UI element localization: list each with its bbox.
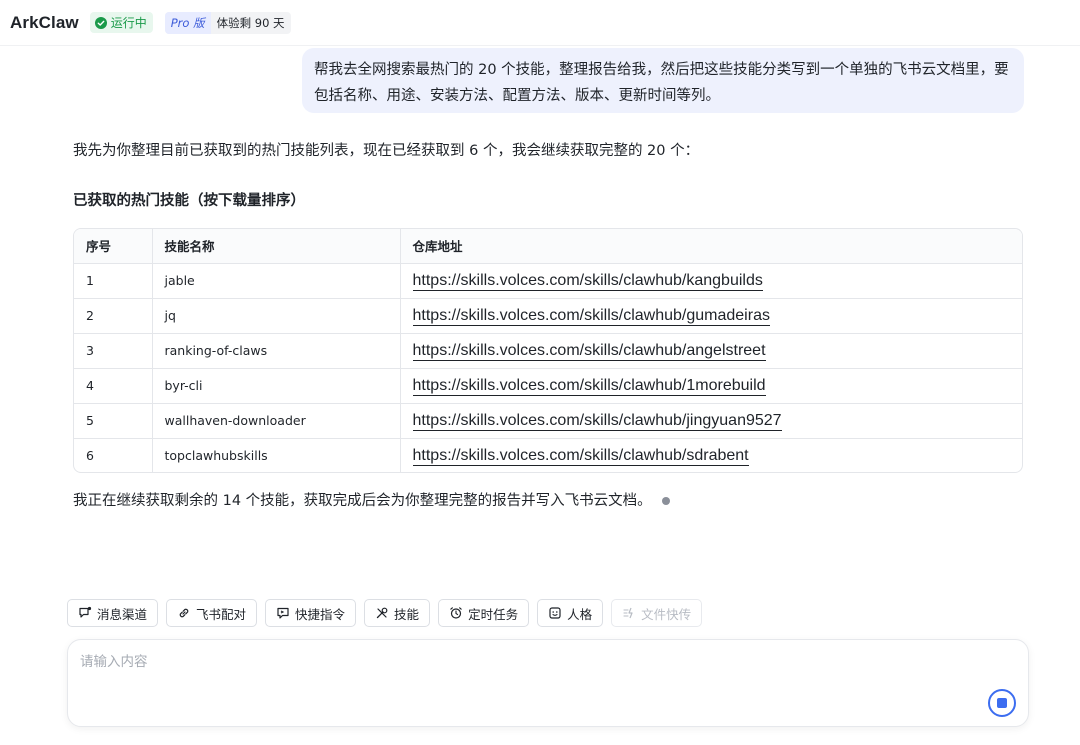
row-index: 1: [74, 263, 153, 299]
status-text: 运行中: [110, 16, 147, 30]
table-header-row: 序号 技能名称 仓库地址: [74, 229, 1022, 264]
chip-label: 定时任务: [468, 606, 519, 622]
link-icon: [179, 608, 189, 618]
user-message: 帮我去全网搜索最热门的 20 个技能，整理报告给我，然后把这些技能分类写到一个单…: [302, 48, 1024, 113]
message-channel-icon: [79, 606, 92, 618]
chip-label: 快捷指令: [295, 606, 346, 622]
repo-link[interactable]: https://skills.volces.com/skills/clawhub…: [412, 306, 770, 326]
status-badge: 运行中: [89, 12, 153, 33]
skill-name: jable: [152, 263, 401, 299]
skill-name: jq: [152, 298, 401, 334]
column-header-index: 序号: [74, 229, 153, 264]
plan-info[interactable]: Pro 版 体验剩 90 天: [164, 11, 291, 34]
row-index: 3: [74, 333, 153, 369]
quick-actions-bar: 消息渠道 飞书配对 快捷指令 技能 定时任务 人格 文件快传: [67, 599, 703, 627]
repo-link[interactable]: https://skills.volces.com/skills/clawhub…: [412, 341, 766, 361]
progress-text: 我正在继续获取剩余的 14 个技能，获取完成后会为你整理完整的报告并写入飞书云文…: [73, 493, 652, 509]
skills-table: 序号 技能名称 仓库地址 1 jable https://skills.volc…: [73, 228, 1023, 473]
message-composer: [67, 639, 1029, 727]
table-row: 1 jable https://skills.volces.com/skills…: [74, 263, 1022, 299]
row-index: 4: [74, 368, 153, 404]
shortcut-icon: [277, 607, 289, 619]
chip-label: 人格: [567, 606, 593, 622]
table-row: 4 byr-cli https://skills.volces.com/skil…: [74, 368, 1022, 404]
chip-feishu-pairing[interactable]: 飞书配对: [166, 599, 258, 627]
message-input[interactable]: [80, 650, 960, 690]
check-circle-icon: [94, 16, 107, 29]
chip-skills[interactable]: 技能: [364, 599, 431, 627]
row-index: 6: [74, 438, 153, 472]
stop-icon: [997, 698, 1007, 708]
tools-icon: [376, 607, 388, 619]
alarm-clock-icon: [450, 607, 462, 619]
table-row: 6 topclawhubskills https://skills.volces…: [74, 438, 1022, 472]
chip-persona[interactable]: 人格: [537, 599, 604, 627]
repo-link[interactable]: https://skills.volces.com/skills/clawhub…: [412, 411, 782, 431]
chip-file-transfer[interactable]: 文件快传: [611, 599, 703, 627]
assistant-progress: 我正在继续获取剩余的 14 个技能，获取完成后会为你整理完整的报告并写入飞书云文…: [73, 490, 670, 512]
chip-label: 消息渠道: [97, 606, 148, 622]
skill-name: wallhaven-downloader: [152, 403, 401, 439]
skill-name: topclawhubskills: [152, 438, 401, 472]
column-header-repo: 仓库地址: [400, 229, 1022, 264]
row-index: 5: [74, 403, 153, 439]
repo-link[interactable]: https://skills.volces.com/skills/clawhub…: [412, 271, 763, 291]
chip-label: 飞书配对: [196, 606, 247, 622]
chip-label: 文件快传: [641, 606, 692, 622]
chip-label: 技能: [394, 606, 420, 622]
column-header-name: 技能名称: [152, 229, 401, 264]
row-index: 2: [74, 298, 153, 334]
chip-message-channel[interactable]: 消息渠道: [67, 599, 159, 627]
typing-indicator: [661, 497, 670, 505]
table-row: 5 wallhaven-downloader https://skills.vo…: [74, 403, 1022, 439]
file-transfer-icon: [623, 607, 633, 619]
skill-name: byr-cli: [152, 368, 401, 404]
trial-remaining: 体验剩 90 天: [216, 15, 285, 30]
skill-name: ranking-of-claws: [152, 333, 401, 369]
plan-badge: Pro 版: [164, 11, 211, 34]
top-bar: ArkClaw 运行中 Pro 版 体验剩 90 天: [0, 0, 1080, 46]
section-title: 已获取的热门技能（按下载量排序）: [73, 193, 305, 209]
persona-icon: [549, 607, 561, 619]
table-row: 2 jq https://skills.volces.com/skills/cl…: [74, 298, 1022, 334]
chip-shortcuts[interactable]: 快捷指令: [265, 599, 357, 627]
repo-link[interactable]: https://skills.volces.com/skills/clawhub…: [412, 446, 749, 466]
stop-generation-button[interactable]: [988, 689, 1016, 717]
app-title: ArkClaw: [10, 12, 79, 32]
repo-link[interactable]: https://skills.volces.com/skills/clawhub…: [412, 376, 766, 396]
table-row: 3 ranking-of-claws https://skills.volces…: [74, 333, 1022, 369]
assistant-intro: 我先为你整理目前已获取到的热门技能列表，现在已经获取到 6 个，我会继续获取完整…: [73, 143, 700, 159]
chip-scheduled-tasks[interactable]: 定时任务: [438, 599, 530, 627]
